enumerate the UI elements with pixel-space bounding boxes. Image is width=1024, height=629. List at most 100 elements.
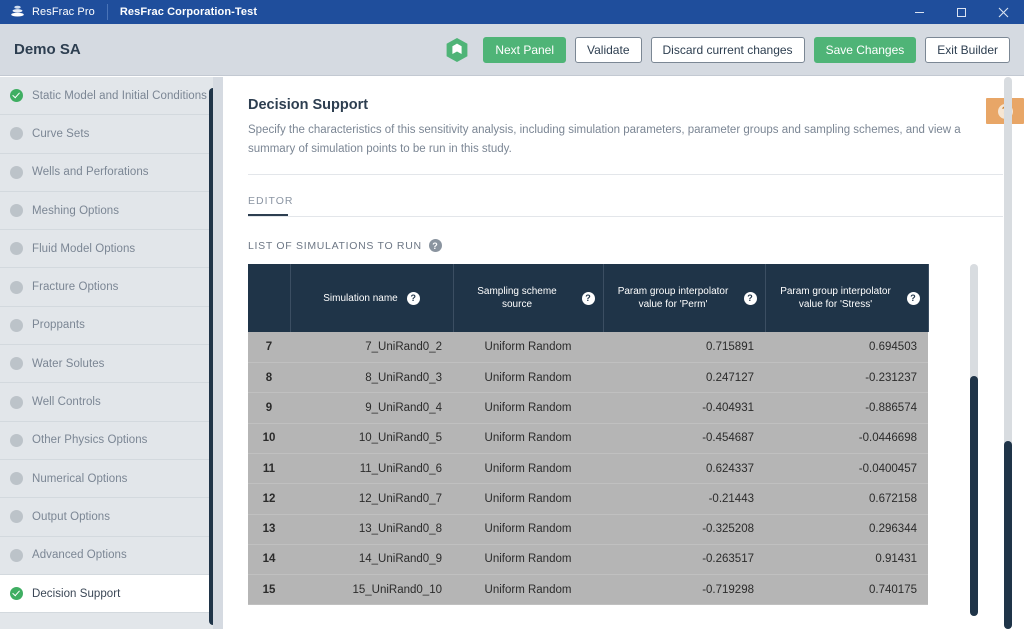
- sidebar-item-proppants[interactable]: Proppants: [0, 307, 213, 345]
- sidebar-item-fracture-options[interactable]: Fracture Options: [0, 268, 213, 306]
- param-stress-cell[interactable]: 0.694503: [765, 332, 928, 362]
- row-index-cell: 15: [248, 575, 290, 605]
- table-row[interactable]: 1515_UniRand0_10Uniform Random-0.7192980…: [248, 575, 928, 605]
- table-row[interactable]: 1313_UniRand0_8Uniform Random-0.3252080.…: [248, 514, 928, 544]
- simulation-name-cell[interactable]: 9_UniRand0_4: [290, 393, 453, 423]
- table-scrollbar-thumb[interactable]: [970, 376, 978, 616]
- save-changes-button[interactable]: Save Changes: [814, 37, 917, 63]
- simulation-name-cell[interactable]: 10_UniRand0_5: [290, 423, 453, 453]
- table-row[interactable]: 1111_UniRand0_6Uniform Random0.624337-0.…: [248, 453, 928, 483]
- app-name: ResFrac Pro: [26, 6, 107, 18]
- sidebar-item-label: Meshing Options: [32, 205, 119, 217]
- param-perm-cell[interactable]: -0.325208: [603, 514, 765, 544]
- pending-dot-icon: [10, 549, 23, 562]
- sidebar-item-label: Fracture Options: [32, 281, 118, 293]
- param-perm-cell[interactable]: 0.247127: [603, 363, 765, 393]
- sidebar-item-fluid-model-options[interactable]: Fluid Model Options: [0, 230, 213, 268]
- pending-dot-icon: [10, 281, 23, 294]
- sidebar-item-label: Water Solutes: [32, 358, 104, 370]
- table-row[interactable]: 77_UniRand0_2Uniform Random0.7158910.694…: [248, 332, 928, 362]
- table-row[interactable]: 1010_UniRand0_5Uniform Random-0.454687-0…: [248, 423, 928, 453]
- param-stress-cell[interactable]: 0.91431: [765, 544, 928, 574]
- page-title: Demo SA: [0, 41, 81, 58]
- sidebar-item-wells-and-perforations[interactable]: Wells and Perforations: [0, 154, 213, 192]
- sidebar-item-other-physics-options[interactable]: Other Physics Options: [0, 422, 213, 460]
- table-row[interactable]: 99_UniRand0_4Uniform Random-0.404931-0.8…: [248, 393, 928, 423]
- param-perm-cell[interactable]: 0.624337: [603, 453, 765, 483]
- simulation-name-cell[interactable]: 15_UniRand0_10: [290, 575, 453, 605]
- simulation-name-cell[interactable]: 8_UniRand0_3: [290, 363, 453, 393]
- column-header-param-group-perm: Param group interpolator value for 'Perm…: [603, 264, 765, 332]
- sampling-scheme-cell[interactable]: Uniform Random: [453, 544, 603, 574]
- sidebar-item-label: Wells and Perforations: [32, 166, 149, 178]
- sidebar-item-decision-support[interactable]: Decision Support: [0, 575, 213, 613]
- param-stress-cell[interactable]: -0.0446698: [765, 423, 928, 453]
- sidebar-item-numerical-options[interactable]: Numerical Options: [0, 460, 213, 498]
- help-icon-section[interactable]: ?: [429, 239, 442, 252]
- simulation-name-cell[interactable]: 14_UniRand0_9: [290, 544, 453, 574]
- param-perm-cell[interactable]: -0.454687: [603, 423, 765, 453]
- simulations-table-container: Simulation name ? Sampling scheme source…: [248, 264, 928, 605]
- sidebar-item-label: Curve Sets: [32, 128, 89, 140]
- table-row[interactable]: 88_UniRand0_3Uniform Random0.247127-0.23…: [248, 363, 928, 393]
- simulation-name-cell[interactable]: 7_UniRand0_2: [290, 332, 453, 362]
- param-stress-cell[interactable]: 0.296344: [765, 514, 928, 544]
- sampling-scheme-cell[interactable]: Uniform Random: [453, 423, 603, 453]
- minimize-icon[interactable]: [898, 0, 940, 24]
- simulation-name-cell[interactable]: 12_UniRand0_7: [290, 484, 453, 514]
- pending-dot-icon: [10, 166, 23, 179]
- pending-dot-icon: [10, 396, 23, 409]
- param-perm-cell[interactable]: 0.715891: [603, 332, 765, 362]
- table-header-row: Simulation name ? Sampling scheme source…: [248, 264, 928, 332]
- help-icon-param-group-stress[interactable]: ?: [907, 292, 920, 305]
- next-panel-button[interactable]: Next Panel: [483, 37, 566, 63]
- param-perm-cell[interactable]: -0.404931: [603, 393, 765, 423]
- sidebar-item-label: Proppants: [32, 319, 85, 331]
- simulation-name-cell[interactable]: 11_UniRand0_6: [290, 453, 453, 483]
- pending-dot-icon: [10, 510, 23, 523]
- sampling-scheme-cell[interactable]: Uniform Random: [453, 332, 603, 362]
- validate-button[interactable]: Validate: [575, 37, 641, 63]
- page-scrollbar-thumb[interactable]: [1004, 441, 1012, 629]
- main-left-gutter: [213, 77, 223, 629]
- exit-builder-button[interactable]: Exit Builder: [925, 37, 1010, 63]
- sampling-scheme-cell[interactable]: Uniform Random: [453, 484, 603, 514]
- sidebar-item-curve-sets[interactable]: Curve Sets: [0, 115, 213, 153]
- sampling-scheme-cell[interactable]: Uniform Random: [453, 393, 603, 423]
- param-stress-cell[interactable]: -0.0400457: [765, 453, 928, 483]
- sidebar-item-well-controls[interactable]: Well Controls: [0, 383, 213, 421]
- check-circle-icon: [10, 587, 23, 600]
- sampling-scheme-cell[interactable]: Uniform Random: [453, 363, 603, 393]
- table-row[interactable]: 1414_UniRand0_9Uniform Random-0.2635170.…: [248, 544, 928, 574]
- sampling-scheme-cell[interactable]: Uniform Random: [453, 575, 603, 605]
- sidebar-item-label: Numerical Options: [32, 473, 127, 485]
- maximize-icon[interactable]: [940, 0, 982, 24]
- sidebar-item-meshing-options[interactable]: Meshing Options: [0, 192, 213, 230]
- sidebar-item-advanced-options[interactable]: Advanced Options: [0, 537, 213, 575]
- pending-dot-icon: [10, 242, 23, 255]
- param-stress-cell[interactable]: 0.740175: [765, 575, 928, 605]
- param-perm-cell[interactable]: -0.719298: [603, 575, 765, 605]
- content-title: Decision Support: [248, 97, 998, 113]
- param-perm-cell[interactable]: -0.263517: [603, 544, 765, 574]
- param-stress-cell[interactable]: -0.886574: [765, 393, 928, 423]
- app-header-toolbar: Demo SA Next Panel Validate Discard curr…: [0, 24, 1024, 76]
- column-header-sampling-scheme-source: Sampling scheme source ?: [453, 264, 603, 332]
- help-icon-simulation-name[interactable]: ?: [407, 292, 420, 305]
- param-perm-cell[interactable]: -0.21443: [603, 484, 765, 514]
- param-stress-cell[interactable]: 0.672158: [765, 484, 928, 514]
- section-label-text: LIST OF SIMULATIONS TO RUN: [248, 240, 422, 252]
- sidebar-item-output-options[interactable]: Output Options: [0, 498, 213, 536]
- discard-current-changes-button[interactable]: Discard current changes: [651, 37, 805, 63]
- sampling-scheme-cell[interactable]: Uniform Random: [453, 514, 603, 544]
- simulation-name-cell[interactable]: 13_UniRand0_8: [290, 514, 453, 544]
- help-icon-sampling-scheme-source[interactable]: ?: [582, 292, 595, 305]
- sidebar-item-label: Static Model and Initial Conditions: [32, 90, 207, 102]
- param-stress-cell[interactable]: -0.231237: [765, 363, 928, 393]
- close-icon[interactable]: [982, 0, 1024, 24]
- help-icon-param-group-perm[interactable]: ?: [744, 292, 757, 305]
- sidebar-item-static-model-and-initial-conditions[interactable]: Static Model and Initial Conditions: [0, 77, 213, 115]
- table-row[interactable]: 1212_UniRand0_7Uniform Random-0.214430.6…: [248, 484, 928, 514]
- sampling-scheme-cell[interactable]: Uniform Random: [453, 453, 603, 483]
- sidebar-item-water-solutes[interactable]: Water Solutes: [0, 345, 213, 383]
